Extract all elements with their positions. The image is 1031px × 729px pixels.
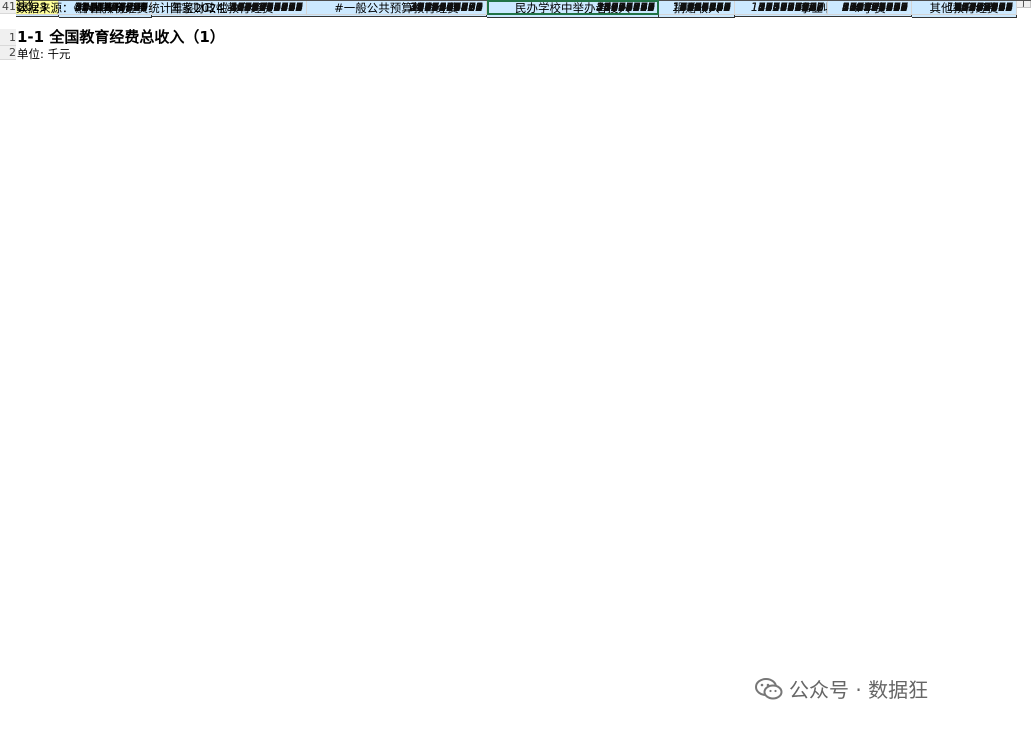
row-header[interactable]: 1 — [0, 29, 16, 46]
empty-cell[interactable] — [828, 0, 912, 1]
spreadsheet[interactable]: ABCDEFGHIJ123456789101112131415161718192… — [0, 0, 1031, 729]
empty-cell[interactable] — [307, 0, 487, 1]
empty-cell[interactable] — [735, 0, 828, 1]
data-cell[interactable]: 13817367 — [659, 0, 735, 15]
watermark: 公众号 · 数据狂 — [755, 674, 928, 703]
empty-cell[interactable] — [59, 0, 152, 1]
selected-cell[interactable]: 11193198 — [487, 0, 659, 15]
empty-cell[interactable] — [659, 0, 735, 1]
watermark-text: 公众号 · 数据狂 — [789, 678, 929, 702]
data-cell[interactable]: 907628435 — [828, 0, 912, 15]
empty-cell[interactable] — [912, 0, 1017, 1]
data-cell[interactable]: 198731996 — [912, 0, 1017, 15]
empty-cell[interactable] — [1017, 0, 1031, 1]
data-source[interactable]: 数据来源：《中国教育经费统计年鉴2024》 — [16, 0, 416, 16]
empty-cell[interactable] — [152, 0, 307, 1]
row-header[interactable]: 2 — [0, 46, 16, 60]
wechat-icon — [755, 677, 783, 699]
column-header-j[interactable]: J — [1017, 0, 1031, 8]
data-cell[interactable]: 1184528887 — [735, 0, 828, 15]
sheet-title[interactable]: 1-1 全国教育经费总收入（1） — [16, 29, 486, 46]
unit-label[interactable]: 单位: 千元 — [16, 46, 136, 62]
row-header[interactable]: 41 — [0, 0, 16, 14]
